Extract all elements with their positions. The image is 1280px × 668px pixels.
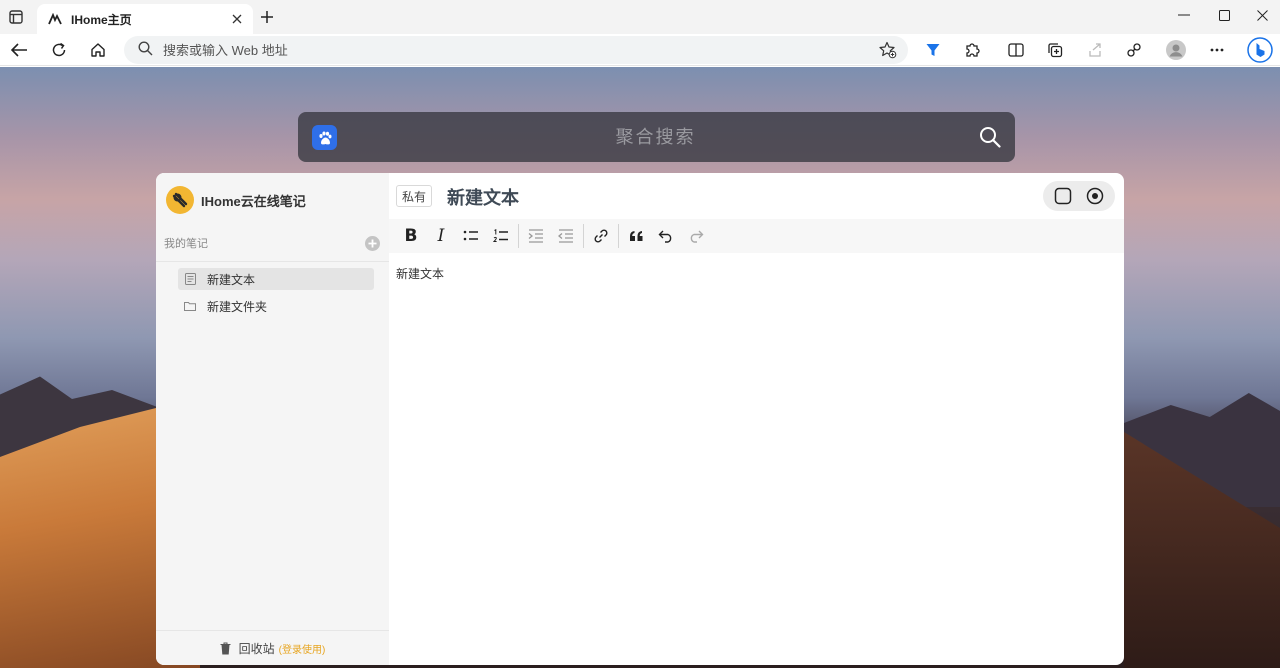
bullet-list-icon[interactable] xyxy=(456,223,486,249)
home-icon[interactable] xyxy=(85,38,111,62)
window-close-icon[interactable] xyxy=(1247,4,1277,26)
search-submit-icon[interactable] xyxy=(977,124,1003,150)
more-menu-icon[interactable] xyxy=(1204,38,1230,62)
notes-tree: 新建文本 新建文件夹 xyxy=(178,268,374,322)
format-toolbar: B I xyxy=(389,219,1124,253)
notes-brand: IHome云在线笔记 xyxy=(166,186,306,214)
note-editor: 私有 新建文本 B I 新建文本 xyxy=(389,173,1124,665)
maximize-icon[interactable] xyxy=(1209,4,1239,26)
toolbar-separator xyxy=(518,224,519,248)
performance-icon[interactable] xyxy=(1121,38,1147,62)
my-notes-header: 我的笔记 xyxy=(164,235,380,251)
new-tab-page: IHome云在线笔记 我的笔记 新建文本 xyxy=(0,67,1280,668)
aggregate-search-bar xyxy=(298,112,1015,162)
document-icon xyxy=(184,273,196,285)
aggregate-search-input[interactable] xyxy=(358,122,953,152)
trash-label: 回收站 xyxy=(238,641,275,656)
tree-item-new-folder[interactable]: 新建文件夹 xyxy=(178,295,374,317)
refresh-icon[interactable] xyxy=(46,38,72,62)
tab-title: IHome主页 xyxy=(71,12,132,27)
share-icon[interactable] xyxy=(1082,38,1108,62)
fullscreen-square-icon[interactable] xyxy=(1052,185,1074,207)
toolbar-separator xyxy=(618,224,619,248)
trash-footer[interactable]: 回收站 (登录使用) xyxy=(156,630,389,665)
address-bar[interactable] xyxy=(124,36,908,64)
indent-icon[interactable] xyxy=(521,223,551,249)
redo-icon[interactable] xyxy=(681,223,711,249)
trash-icon xyxy=(220,641,232,655)
editor-header: 私有 新建文本 xyxy=(389,173,1124,219)
record-circle-icon[interactable] xyxy=(1084,185,1106,207)
notes-app-window: IHome云在线笔记 我的笔记 新建文本 新建文件夹 回收站 (登录使用) 私有… xyxy=(156,173,1124,665)
notes-brand-name: IHome云在线笔记 xyxy=(201,193,306,209)
minimize-icon[interactable] xyxy=(1169,4,1199,26)
tab-close-icon[interactable] xyxy=(229,11,245,27)
new-tab-icon[interactable] xyxy=(257,7,277,27)
login-hint[interactable]: (登录使用) xyxy=(279,641,326,656)
outdent-icon[interactable] xyxy=(551,223,581,249)
browser-tab-active[interactable]: IHome主页 xyxy=(37,4,253,34)
editor-content[interactable]: 新建文本 xyxy=(396,265,444,282)
filter-extension-icon[interactable] xyxy=(920,38,946,62)
collections-icon[interactable] xyxy=(1042,38,1068,62)
back-icon[interactable] xyxy=(6,38,32,62)
folder-icon xyxy=(184,300,196,312)
profile-avatar-icon[interactable] xyxy=(1163,38,1189,62)
document-title[interactable]: 新建文本 xyxy=(447,184,519,210)
my-notes-title: 我的笔记 xyxy=(164,238,208,250)
tab-actions-icon[interactable] xyxy=(6,7,26,27)
undo-icon[interactable] xyxy=(651,223,681,249)
link-icon[interactable] xyxy=(586,223,616,249)
search-icon xyxy=(138,41,153,59)
italic-button[interactable]: I xyxy=(426,223,456,249)
browser-toolbar xyxy=(0,34,1280,66)
ihome-favicon-icon xyxy=(47,11,63,27)
tree-item-new-text[interactable]: 新建文本 xyxy=(178,268,374,290)
baidu-paw-icon[interactable] xyxy=(312,125,337,150)
add-favorite-icon[interactable] xyxy=(878,40,898,60)
sidebar-divider xyxy=(156,261,389,262)
blockquote-icon[interactable] xyxy=(621,223,651,249)
add-note-plus-icon[interactable] xyxy=(365,235,380,251)
address-input[interactable] xyxy=(163,42,908,58)
extensions-icon[interactable] xyxy=(959,38,985,62)
split-screen-icon[interactable] xyxy=(1003,38,1029,62)
ordered-list-icon[interactable] xyxy=(486,223,516,249)
view-toggle-group xyxy=(1043,181,1115,211)
bing-copilot-icon[interactable] xyxy=(1245,36,1275,64)
toolbar-separator xyxy=(583,224,584,248)
notes-logo-icon xyxy=(166,186,194,214)
privacy-badge[interactable]: 私有 xyxy=(396,185,433,207)
bold-button[interactable]: B xyxy=(396,223,426,249)
notes-sidebar: IHome云在线笔记 我的笔记 新建文本 新建文件夹 回收站 (登录使用) xyxy=(156,173,389,665)
tree-item-label: 新建文本 xyxy=(207,272,256,287)
browser-tabbar: IHome主页 xyxy=(0,0,1280,34)
tree-item-label: 新建文件夹 xyxy=(207,299,268,314)
